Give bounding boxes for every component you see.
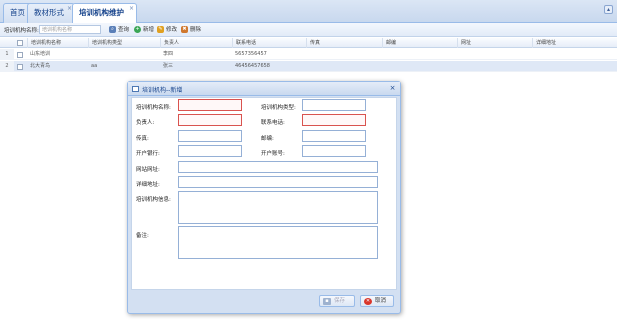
delete-button[interactable]: ✖ 删除 bbox=[181, 25, 201, 35]
save-button[interactable]: ▪ 保存 bbox=[319, 295, 355, 307]
tab-material-form-label: 教材形式 bbox=[34, 8, 64, 17]
dialog-title-bar[interactable]: 培训机构--新增 × bbox=[128, 82, 400, 96]
edit-button[interactable]: ✎ 修改 bbox=[157, 25, 177, 35]
manager-input[interactable] bbox=[178, 114, 242, 126]
address-input[interactable] bbox=[178, 176, 378, 188]
website-label: 网站网址: bbox=[136, 167, 160, 173]
column-header[interactable]: 培训机构类型 bbox=[88, 38, 160, 48]
edit-icon: ✎ bbox=[157, 26, 164, 33]
table-cell: 北大青鸟 bbox=[30, 63, 51, 69]
table-cell: aa bbox=[91, 63, 98, 69]
cancel-icon: ✕ bbox=[364, 298, 372, 305]
column-header[interactable]: 传真 bbox=[306, 38, 382, 48]
row-checkbox[interactable] bbox=[17, 64, 23, 70]
org-name-input[interactable] bbox=[178, 99, 242, 111]
close-icon[interactable]: × bbox=[129, 0, 134, 18]
row-checkbox[interactable] bbox=[17, 52, 23, 58]
save-icon: ▪ bbox=[323, 298, 331, 305]
remark-textarea[interactable] bbox=[178, 226, 378, 259]
table-cell: 46456457658 bbox=[235, 63, 270, 69]
column-header[interactable]: 详细地址 bbox=[532, 38, 617, 48]
toolbar: 培训机构名称: 培训机构名称 ⌕ 查询 + 新增 ✎ 修改 ✖ 删除 bbox=[0, 23, 617, 37]
dialog-form: 培训机构名称: 培训机构类型: 负责人: 联系电话: 传真: 邮编: 开户银行:… bbox=[131, 97, 397, 290]
delete-icon: ✖ bbox=[181, 26, 188, 33]
edit-button-label: 修改 bbox=[166, 27, 178, 33]
tab-training-org-label: 培训机构维护 bbox=[79, 8, 124, 17]
postcode-input[interactable] bbox=[302, 130, 366, 142]
row-number: 1 bbox=[0, 49, 14, 60]
save-button-label: 保存 bbox=[334, 298, 346, 304]
manager-label: 负责人: bbox=[136, 120, 155, 126]
grid-header: 培训机构名称 培训机构类型 负责人 联系电话 传真 邮编 网址 详细地址 bbox=[0, 38, 617, 48]
account-label: 开户账号: bbox=[261, 151, 285, 157]
account-input[interactable] bbox=[302, 145, 366, 157]
dialog-footer: ▪ 保存 ✕ 取消 bbox=[131, 291, 397, 311]
table-cell bbox=[88, 49, 91, 60]
dialog-title: 培训机构--新增 bbox=[142, 87, 183, 94]
table-row[interactable]: 1 山东培训 李四 5657356457 bbox=[0, 49, 617, 60]
table-cell: 5657356457 bbox=[235, 51, 267, 57]
add-icon: + bbox=[134, 26, 141, 33]
column-header[interactable]: 培训机构名称 bbox=[27, 38, 88, 48]
table-cell: 山东培训 bbox=[30, 51, 51, 57]
search-button-label: 查询 bbox=[118, 27, 130, 33]
bank-label: 开户银行: bbox=[136, 151, 160, 157]
window-icon bbox=[132, 86, 139, 92]
org-name-label: 培训机构名称: bbox=[136, 105, 171, 111]
add-org-dialog: 培训机构--新增 × 培训机构名称: 培训机构类型: 负责人: 联系电话: 传真… bbox=[127, 81, 401, 314]
search-input[interactable]: 培训机构名称 bbox=[39, 25, 101, 34]
phone-label: 联系电话: bbox=[261, 120, 285, 126]
column-header[interactable]: 网址 bbox=[457, 38, 532, 48]
column-header[interactable]: 负责人 bbox=[160, 38, 232, 48]
add-button[interactable]: + 新增 bbox=[134, 25, 154, 35]
address-label: 详细地址: bbox=[136, 182, 160, 188]
delete-button-label: 删除 bbox=[190, 27, 202, 33]
bank-input[interactable] bbox=[178, 145, 242, 157]
fax-input[interactable] bbox=[178, 130, 242, 142]
tab-home-label: 首页 bbox=[10, 8, 25, 17]
table-row[interactable]: 2 北大青鸟 aa 张三 46456457658 bbox=[0, 61, 617, 72]
remark-label: 备注: bbox=[136, 233, 149, 239]
cancel-button-label: 取消 bbox=[375, 298, 387, 304]
tab-material-form[interactable]: 教材形式 × bbox=[27, 3, 75, 23]
column-header[interactable]: 联系电话 bbox=[232, 38, 306, 48]
table-cell: 李四 bbox=[163, 51, 174, 57]
column-header[interactable]: 邮编 bbox=[382, 38, 457, 48]
tab-strip: 首页 教材形式 × 培训机构维护 × ▴ bbox=[0, 0, 617, 24]
info-label: 培训机构信息: bbox=[136, 197, 171, 203]
search-icon: ⌕ bbox=[109, 26, 116, 33]
website-input[interactable] bbox=[178, 161, 378, 173]
tab-training-org[interactable]: 培训机构维护 × bbox=[72, 3, 137, 24]
select-all-checkbox[interactable] bbox=[17, 40, 23, 46]
org-type-input[interactable] bbox=[302, 99, 366, 111]
search-button[interactable]: ⌕ 查询 bbox=[109, 25, 129, 35]
org-type-label: 培训机构类型: bbox=[261, 105, 296, 111]
search-label: 培训机构名称: bbox=[4, 28, 39, 34]
collapse-icon[interactable]: ▴ bbox=[604, 5, 613, 14]
table-cell: 张三 bbox=[163, 63, 174, 69]
info-textarea[interactable] bbox=[178, 191, 378, 224]
fax-label: 传真: bbox=[136, 136, 149, 142]
postcode-label: 邮编: bbox=[261, 136, 274, 142]
phone-input[interactable] bbox=[302, 114, 366, 126]
row-number: 2 bbox=[0, 61, 14, 72]
add-button-label: 新增 bbox=[143, 27, 155, 33]
cancel-button[interactable]: ✕ 取消 bbox=[360, 295, 394, 307]
close-icon[interactable]: × bbox=[388, 84, 397, 93]
